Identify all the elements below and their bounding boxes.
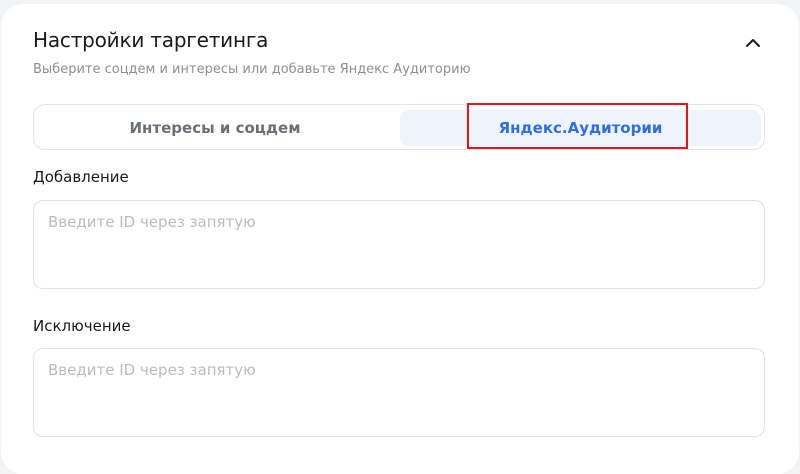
tab-interests-socdem[interactable]: Интересы и соцдем [39, 110, 391, 146]
chevron-up-icon [746, 39, 760, 47]
section-title: Настройки таргетинга [33, 28, 269, 52]
collapse-button[interactable] [740, 30, 766, 56]
exclude-field-label: Исключение [33, 317, 131, 335]
section-subtitle: Выберите соцдем и интересы или добавьте … [33, 62, 471, 77]
tab-yandex-audiences[interactable]: Яндекс.Аудитории [400, 110, 761, 146]
audience-tabs: Интересы и соцдем Яндекс.Аудитории [33, 104, 765, 150]
add-ids-input[interactable] [33, 200, 765, 289]
add-field-label: Добавление [33, 168, 129, 186]
exclude-ids-input[interactable] [33, 348, 765, 437]
